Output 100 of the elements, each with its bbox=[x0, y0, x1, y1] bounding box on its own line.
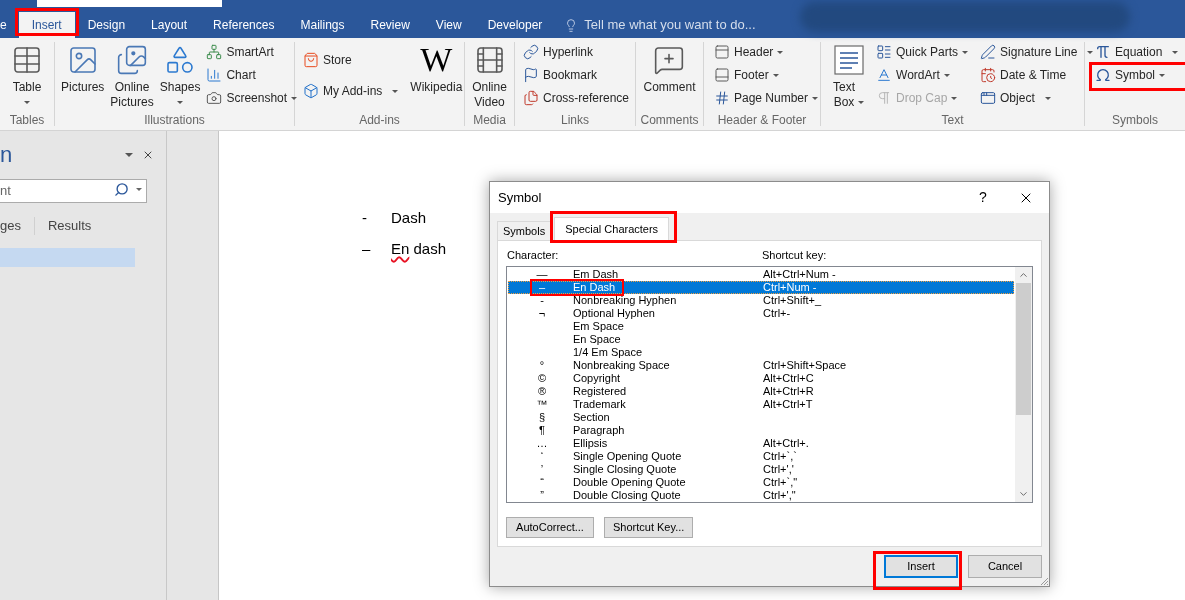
ribbon-tab[interactable]: View bbox=[422, 12, 475, 38]
pane-tab[interactable]: Results bbox=[34, 216, 105, 236]
help-button[interactable]: ? bbox=[963, 182, 1003, 213]
ribbon-button[interactable]: Quick Parts bbox=[874, 42, 971, 62]
ribbon-tab[interactable]: Mailings bbox=[287, 12, 358, 38]
shortcut-text: Ctrl+Num - bbox=[763, 281, 817, 294]
shortcut-text: Ctrl+Shift+Space bbox=[763, 359, 847, 372]
document-parts-icon bbox=[876, 44, 892, 60]
list-row[interactable]: “ Double Opening Quote Ctrl+`," bbox=[508, 476, 1014, 489]
pane-title: n bbox=[0, 142, 13, 168]
ribbon-button[interactable]: Comment bbox=[641, 38, 698, 95]
character-name: Nonbreaking Space bbox=[573, 359, 670, 372]
ribbon-button[interactable]: Screenshot bbox=[204, 88, 300, 108]
resize-grip-icon[interactable] bbox=[1040, 577, 1048, 585]
ribbon-button[interactable]: Pictures bbox=[59, 38, 107, 95]
dialog-tab[interactable]: Symbols bbox=[497, 221, 552, 240]
ribbon-button[interactable]: My Add-ins bbox=[301, 81, 401, 101]
caret-icon[interactable] bbox=[125, 153, 133, 157]
pane-tab[interactable]: ges bbox=[0, 216, 34, 236]
ribbon-button[interactable]: Equation bbox=[1093, 42, 1181, 62]
list-row[interactable]: ¬ Optional Hyphen Ctrl+- bbox=[508, 307, 1014, 320]
ribbon-button[interactable]: Signature Line bbox=[978, 42, 1096, 62]
list-marker: - bbox=[362, 209, 368, 227]
ribbon-button[interactable]: Hyperlink bbox=[521, 42, 595, 62]
ribbon-button[interactable]: Footer bbox=[712, 65, 781, 85]
ribbon-button[interactable]: Page Number bbox=[712, 88, 821, 108]
character-name: 1/4 Em Space bbox=[573, 346, 643, 359]
ribbon-button[interactable]: Symbol bbox=[1093, 65, 1167, 85]
speech-bubble-plus-icon bbox=[653, 44, 686, 76]
ribbon-button[interactable]: Online Pictures bbox=[108, 38, 156, 110]
calendar-clock-icon bbox=[980, 67, 997, 83]
ribbon-button[interactable]: WordArt bbox=[874, 65, 952, 85]
character-symbol: … bbox=[535, 437, 549, 450]
dialog-button[interactable]: Cancel bbox=[968, 555, 1042, 578]
ribbon-button[interactable]: Online Video bbox=[470, 38, 509, 110]
ribbon-tab[interactable]: Insert bbox=[18, 12, 75, 38]
dialog-button[interactable]: Shortcut Key... bbox=[604, 517, 694, 538]
logo-text: W bbox=[420, 44, 453, 76]
list-row[interactable]: … Ellipsis Alt+Ctrl+. bbox=[508, 437, 1014, 450]
ribbon-button[interactable]: Store bbox=[301, 50, 354, 70]
ribbon-button[interactable]: Table bbox=[9, 38, 45, 110]
dialog-button[interactable]: Insert bbox=[884, 555, 958, 578]
scrollbar-thumb[interactable] bbox=[1016, 283, 1031, 415]
search-icon[interactable] bbox=[114, 182, 129, 197]
list-row[interactable]: Em Space bbox=[508, 320, 1014, 333]
list-row[interactable]: ’ Single Closing Quote Ctrl+',' bbox=[508, 463, 1014, 476]
ribbon-tab[interactable]: Design bbox=[74, 12, 139, 38]
ribbon-button[interactable]: Shapes bbox=[157, 38, 203, 110]
list-row[interactable]: ” Double Closing Quote Ctrl+'," bbox=[508, 489, 1014, 502]
group-label: Media bbox=[472, 113, 507, 129]
character-name: Ellipsis bbox=[573, 437, 608, 450]
group-label: Links bbox=[560, 113, 590, 129]
ribbon-tab[interactable]: e bbox=[0, 12, 19, 38]
list-row[interactable]: En Space bbox=[508, 333, 1014, 346]
list-row[interactable]: ° Nonbreaking Space Ctrl+Shift+Space bbox=[508, 359, 1014, 372]
list-row[interactable]: — Em Dash Alt+Ctrl+Num - bbox=[508, 268, 1014, 281]
ribbon-button[interactable]: W Wikipedia bbox=[408, 38, 465, 95]
list-row[interactable]: ™ Trademark Alt+Ctrl+T bbox=[508, 398, 1014, 411]
shortcut-text: Alt+Ctrl+R bbox=[763, 385, 814, 398]
ribbon-button[interactable]: Object bbox=[978, 88, 1053, 108]
list-row[interactable]: © Copyright Alt+Ctrl+C bbox=[508, 372, 1014, 385]
ribbon-button[interactable]: Bookmark bbox=[521, 65, 600, 85]
list-row[interactable]: § Section bbox=[508, 411, 1014, 424]
character-name: Trademark bbox=[573, 398, 626, 411]
tell-me-field[interactable]: Tell me what you want to do... bbox=[584, 15, 775, 35]
ribbon-tab[interactable]: Layout bbox=[138, 12, 201, 38]
paragraph-text: Dash bbox=[391, 209, 427, 228]
list-row[interactable]: 1/4 Em Space bbox=[508, 346, 1014, 359]
ribbon-button[interactable]: Date & Time bbox=[978, 65, 1069, 85]
character-symbol: ¶ bbox=[538, 424, 546, 437]
list-row[interactable]: ¶ Paragraph bbox=[508, 424, 1014, 437]
cube-icon bbox=[303, 83, 319, 99]
character-symbol: ° bbox=[538, 359, 546, 372]
list-row[interactable]: ® Registered Alt+Ctrl+R bbox=[508, 385, 1014, 398]
ribbon-tab[interactable]: References bbox=[200, 12, 288, 38]
dialog-tab[interactable]: Special Characters bbox=[554, 217, 670, 241]
omega-icon bbox=[1095, 67, 1111, 83]
search-field[interactable]: nt bbox=[0, 178, 147, 203]
caret-icon[interactable] bbox=[136, 188, 142, 191]
ribbon-tab[interactable]: Developer bbox=[474, 12, 556, 38]
group-label: Add-ins bbox=[358, 113, 401, 129]
ribbon-button[interactable]: SmartArt bbox=[204, 42, 276, 62]
camera-icon bbox=[206, 90, 223, 106]
character-symbol: ” bbox=[539, 489, 545, 502]
dialog-button[interactable]: AutoCorrect... bbox=[506, 517, 594, 538]
list-row[interactable]: – En Dash Ctrl+Num - bbox=[508, 281, 1014, 294]
ribbon-button[interactable]: Header bbox=[712, 42, 786, 62]
character-list[interactable] bbox=[506, 266, 1033, 503]
list-row[interactable]: - Nonbreaking Hyphen Ctrl+Shift+_ bbox=[508, 294, 1014, 307]
close-icon[interactable] bbox=[142, 149, 154, 161]
character-symbol: “ bbox=[539, 476, 545, 489]
ribbon-button[interactable]: Text Box bbox=[831, 38, 866, 110]
character-name: Single Closing Quote bbox=[573, 463, 677, 476]
shortcut-text: Ctrl+- bbox=[763, 307, 791, 320]
ribbon-tab[interactable]: Review bbox=[357, 12, 423, 38]
ribbon-button[interactable]: Chart bbox=[204, 65, 258, 85]
character-symbol: ’ bbox=[539, 463, 545, 476]
ribbon-button[interactable]: Cross-reference bbox=[521, 88, 632, 108]
group-label: Tables bbox=[8, 113, 46, 129]
list-row[interactable]: ‘ Single Opening Quote Ctrl+`,` bbox=[508, 450, 1014, 463]
